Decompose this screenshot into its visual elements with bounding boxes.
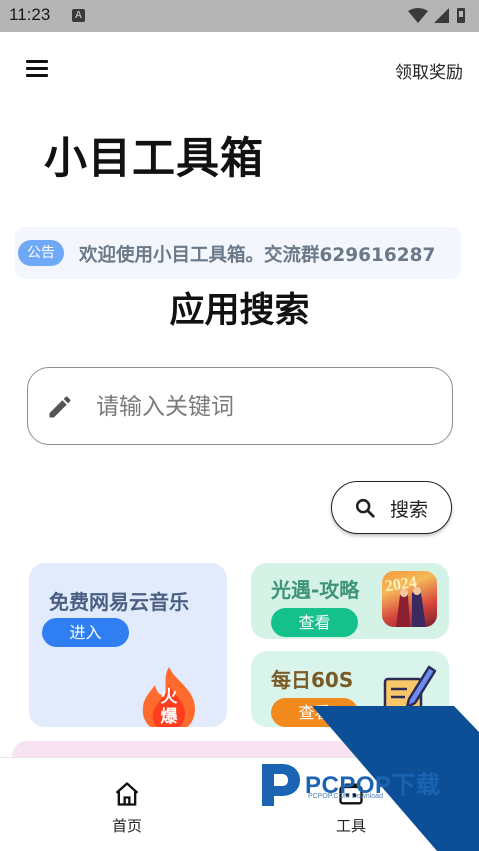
watermark-logo-icon bbox=[262, 764, 300, 806]
watermark-triangle bbox=[312, 706, 479, 851]
watermark-subtext: PCPOP.COM Download bbox=[308, 793, 383, 800]
